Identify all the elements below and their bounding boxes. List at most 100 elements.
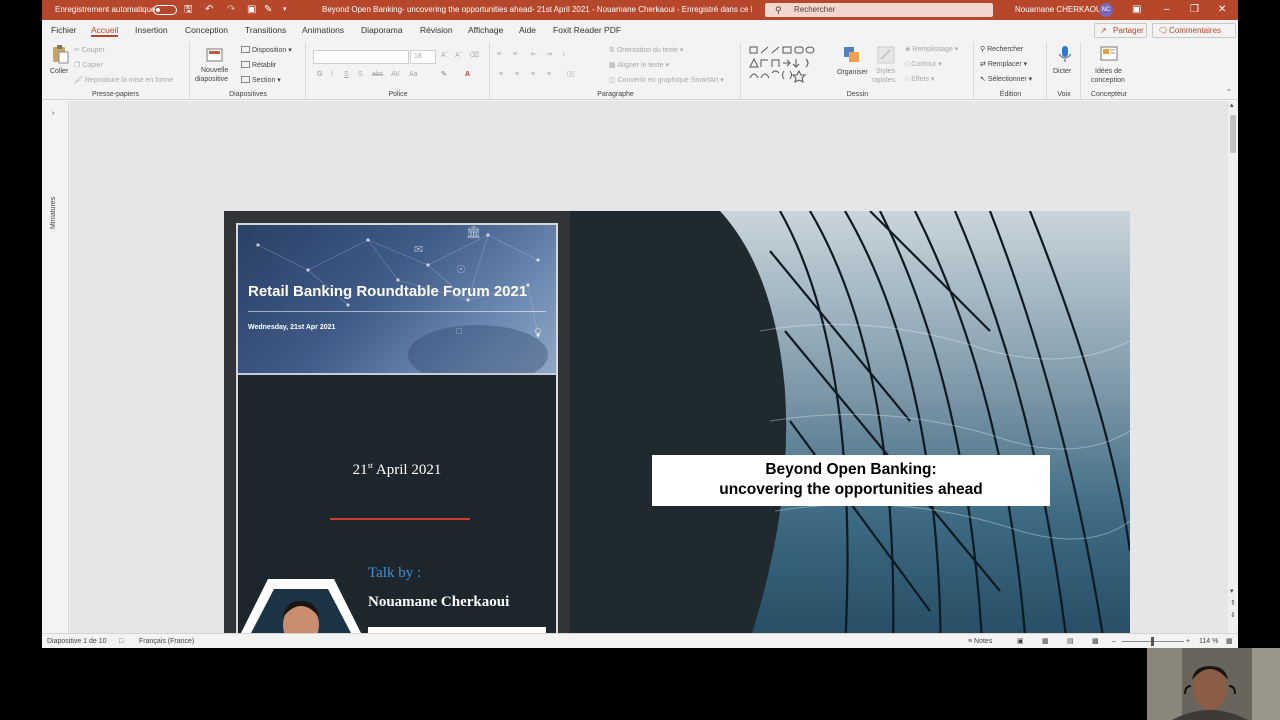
shapes-gallery[interactable] <box>748 45 830 85</box>
dictate-label[interactable]: Dicter <box>1053 67 1071 77</box>
reading-view-icon[interactable]: ▤ <box>1067 634 1074 648</box>
previous-slide-icon[interactable]: ⇑ <box>1230 599 1236 609</box>
arrange-icon[interactable] <box>842 45 862 65</box>
normal-view-icon[interactable]: ▣ <box>1017 634 1024 648</box>
design-ideas-label-2[interactable]: conception <box>1091 76 1125 86</box>
section-button[interactable]: Section ▾ <box>241 76 281 86</box>
underline-icon[interactable]: S <box>344 70 349 80</box>
tab-accueil[interactable]: Accueil <box>91 20 119 40</box>
cut-button[interactable]: ✂ Couper <box>74 46 105 56</box>
bullets-icon[interactable]: ≡ <box>497 50 501 60</box>
microphone-icon[interactable] <box>1055 44 1075 64</box>
zoom-level[interactable]: 114 % <box>1199 634 1218 648</box>
shape-effects-button[interactable]: ○ Effets ▾ <box>905 75 934 85</box>
tab-conception[interactable]: Conception <box>185 20 228 40</box>
select-button[interactable]: ↖ Sélectionner ▾ <box>980 75 1032 85</box>
scroll-down-icon[interactable]: ▾ <box>1230 587 1234 597</box>
slide-canvas[interactable]: 🏛 ✉ ☉ ⚲ □ Retail Banking Roundtable Foru… <box>224 211 1130 648</box>
copy-button[interactable]: ❐ Copier <box>74 61 103 71</box>
tab-foxit-reader-pdf[interactable]: Foxit Reader PDF <box>553 20 621 40</box>
font-size-input[interactable]: 18 <box>410 50 436 64</box>
columns-icon[interactable]: ▯▯ <box>567 70 575 80</box>
scroll-up-icon[interactable]: ▴ <box>1230 101 1234 111</box>
notes-button[interactable]: ≡ Notes <box>968 634 992 648</box>
zoom-slider-thumb[interactable] <box>1151 637 1154 646</box>
smartart-button[interactable]: ◫ Convertir en graphique SmartArt ▾ <box>609 76 724 86</box>
tab-affichage[interactable]: Affichage <box>468 20 503 40</box>
quick-styles-icon[interactable] <box>876 45 896 65</box>
tab-revision[interactable]: Révision <box>420 20 453 40</box>
increase-font-size-icon[interactable]: Aˆ <box>441 51 448 61</box>
scrollbar-thumb[interactable] <box>1230 115 1236 153</box>
tab-aide[interactable]: Aide <box>519 20 536 40</box>
presentation-title-box[interactable]: Beyond Open Banking: uncovering the oppo… <box>652 455 1050 506</box>
strikethrough-icon[interactable]: abc <box>372 70 383 80</box>
close-icon[interactable]: ✕ <box>1218 4 1226 16</box>
arrange-label[interactable]: Organiser <box>837 68 868 78</box>
text-direction-button[interactable]: ⇅ Orientation du texte ▾ <box>609 46 683 56</box>
align-left-icon[interactable]: ≡ <box>499 70 503 80</box>
align-text-button[interactable]: ▦ Aligner le texte ▾ <box>609 61 669 71</box>
decrease-indent-icon[interactable]: ⇤ <box>531 50 537 60</box>
shape-outline-button[interactable]: □ Contour ▾ <box>905 60 942 70</box>
font-color-icon[interactable]: A <box>465 70 470 80</box>
vertical-scrollbar[interactable]: ▴ ▾ ⇑ ⇓ <box>1228 101 1238 633</box>
zoom-out-icon[interactable]: – <box>1112 634 1116 648</box>
format-painter-button[interactable]: 🖌 Reproduire la mise en forme <box>74 76 173 86</box>
layout-button[interactable]: Disposition ▾ <box>241 46 292 56</box>
redo-icon[interactable]: ↷ <box>227 4 235 16</box>
tab-fichier[interactable]: Fichier <box>51 20 77 40</box>
quick-styles-label-2[interactable]: rapides <box>872 76 895 86</box>
touch-mode-icon[interactable]: ✎ <box>264 4 272 16</box>
numbering-icon[interactable]: ≡ <box>513 50 517 60</box>
tab-diaporama[interactable]: Diaporama <box>361 20 403 40</box>
language-indicator[interactable]: Français (France) <box>139 634 194 648</box>
save-icon[interactable]: 🖫 <box>184 4 193 16</box>
expand-thumbnails-icon[interactable]: › <box>52 109 54 119</box>
replace-button[interactable]: ⇄ Remplacer ▾ <box>980 60 1027 70</box>
tab-insertion[interactable]: Insertion <box>135 20 168 40</box>
tab-animations[interactable]: Animations <box>302 20 344 40</box>
reset-button[interactable]: Rétablir <box>241 61 276 71</box>
font-name-input[interactable] <box>313 50 409 64</box>
change-case-icon[interactable]: Aa <box>409 70 418 80</box>
find-button[interactable]: ⚲ Rechercher <box>980 45 1023 55</box>
avatar[interactable]: NC <box>1099 3 1113 17</box>
user-name[interactable]: Nouamane CHERKAOUI <box>1015 0 1104 20</box>
undo-icon[interactable]: ↶ <box>205 4 213 16</box>
increase-indent-icon[interactable]: ⇥ <box>546 50 552 60</box>
slideshow-icon[interactable]: ▩ <box>1092 634 1099 648</box>
paste-icon[interactable] <box>50 44 70 64</box>
new-slide-icon[interactable] <box>205 45 225 65</box>
bold-icon[interactable]: G <box>317 70 322 80</box>
paste-label[interactable]: Coller <box>50 67 68 77</box>
tab-transitions[interactable]: Transitions <box>245 20 286 40</box>
start-from-beginning-icon[interactable]: ▣ <box>247 4 256 16</box>
comments-button[interactable]: 🗨 Commentaires <box>1152 23 1236 38</box>
ribbon-display-options-icon[interactable]: ▣ <box>1132 4 1141 16</box>
fit-to-window-icon[interactable]: ▦ <box>1226 634 1233 648</box>
highlight-icon[interactable]: ✎ <box>441 70 447 80</box>
customize-toolbar-icon[interactable]: ▾ <box>283 4 287 16</box>
shape-fill-button[interactable]: ◈ Remplissage ▾ <box>905 45 958 55</box>
collapse-ribbon-icon[interactable]: ⌃ <box>1226 88 1232 98</box>
align-center-icon[interactable]: ≡ <box>515 70 519 80</box>
slide-sorter-icon[interactable]: ▦ <box>1042 634 1049 648</box>
justify-icon[interactable]: ≡ <box>547 70 551 80</box>
clear-formatting-icon[interactable]: ⌫ <box>469 51 479 61</box>
minimize-icon[interactable]: – <box>1164 4 1170 16</box>
new-slide-label-2[interactable]: diapositive <box>195 75 228 85</box>
design-ideas-icon[interactable] <box>1099 44 1119 64</box>
next-slide-icon[interactable]: ⇓ <box>1230 611 1236 621</box>
align-right-icon[interactable]: ≡ <box>531 70 535 80</box>
decrease-font-size-icon[interactable]: Aˇ <box>455 51 462 61</box>
share-button[interactable]: ↗ Partager <box>1094 23 1147 38</box>
italic-icon[interactable]: I <box>331 70 333 80</box>
character-spacing-icon[interactable]: AV <box>391 70 400 80</box>
accessibility-icon[interactable]: □ <box>119 634 123 648</box>
autosave-toggle[interactable] <box>153 5 177 15</box>
shadow-icon[interactable]: S <box>358 70 363 80</box>
search-box[interactable]: ⚲ Rechercher <box>765 3 993 17</box>
thumbnails-pane-collapsed[interactable]: › Miniatures <box>42 101 69 633</box>
line-spacing-icon[interactable]: ↕ <box>562 50 566 60</box>
